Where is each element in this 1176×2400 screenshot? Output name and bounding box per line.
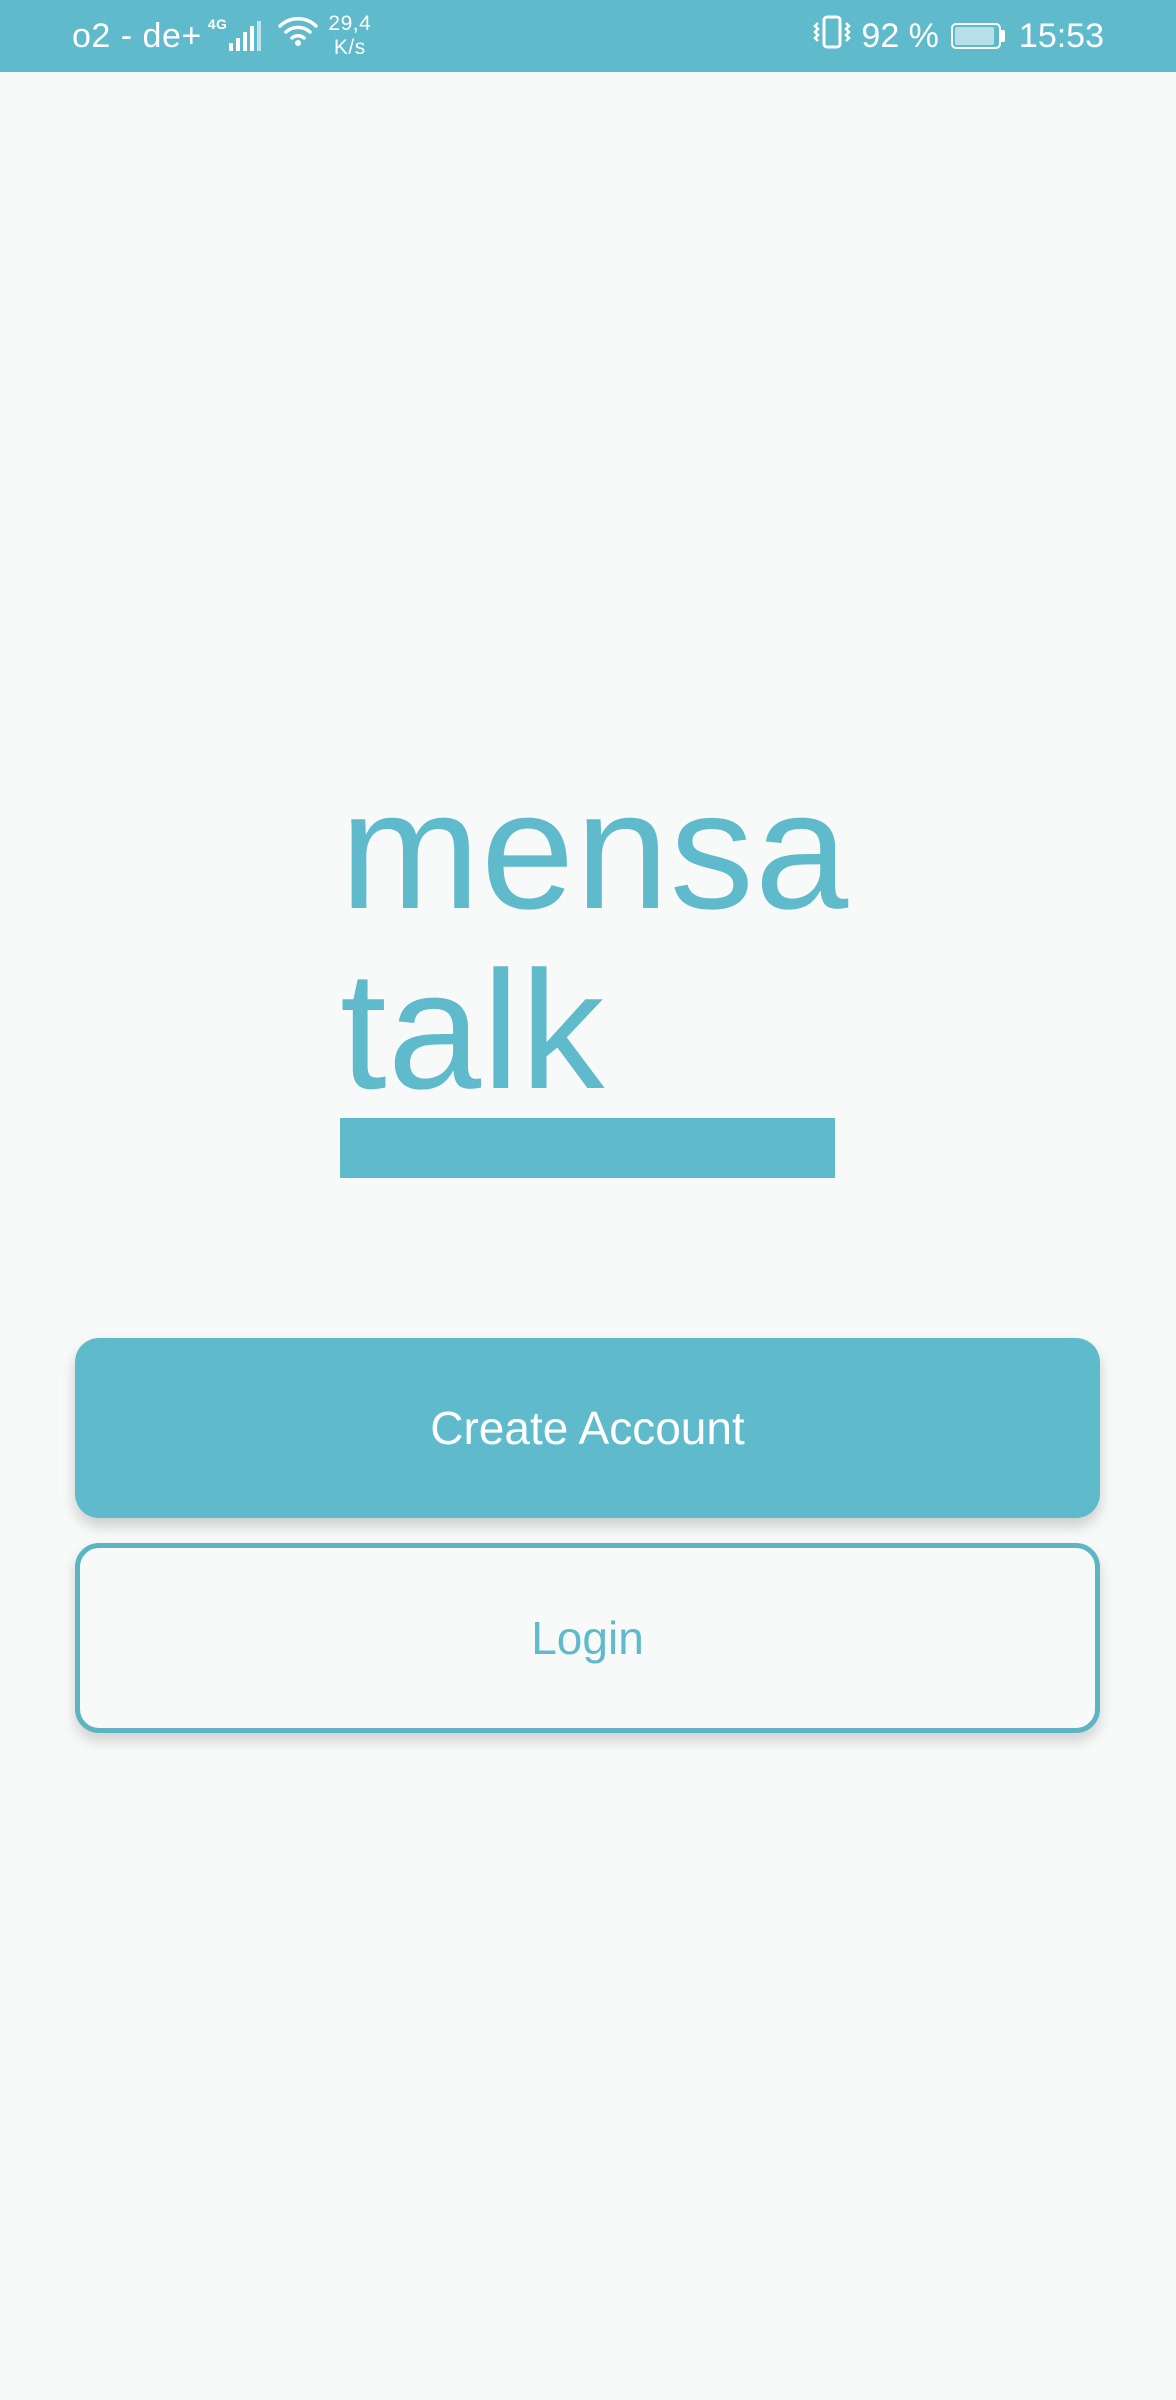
logo-line-talk: talk [340, 936, 606, 1124]
logo-line-mensa: mensa [340, 756, 850, 944]
vibrate-icon [811, 14, 853, 59]
battery-percentage: 92 % [861, 16, 939, 55]
status-bar-right: 92 % 15:53 [811, 0, 1104, 72]
network-speed-unit: K/s [333, 36, 366, 59]
signal-icon [229, 21, 264, 51]
create-account-button[interactable]: Create Account [75, 1338, 1100, 1518]
network-speed-value: 29,4 [328, 12, 372, 35]
wifi-icon [278, 16, 319, 57]
clock-time: 15:53 [1018, 16, 1104, 55]
network-type: 4G [207, 16, 228, 32]
login-button[interactable]: Login [75, 1543, 1100, 1733]
app-logo: mensa talk [340, 756, 850, 1178]
status-bar-left: o2 - de+ 4G 29,4 K/s [72, 0, 371, 72]
carrier-name: o2 - de+ [72, 16, 202, 55]
logo-underline-bar [340, 1118, 835, 1178]
login-label: Login [531, 1612, 644, 1664]
battery-icon [950, 23, 1005, 49]
network-speed: 29,4 K/s [328, 12, 371, 60]
status-bar: o2 - de+ 4G 29,4 K/s 92 % 15:53 [0, 0, 1176, 72]
create-account-label: Create Account [430, 1402, 745, 1454]
